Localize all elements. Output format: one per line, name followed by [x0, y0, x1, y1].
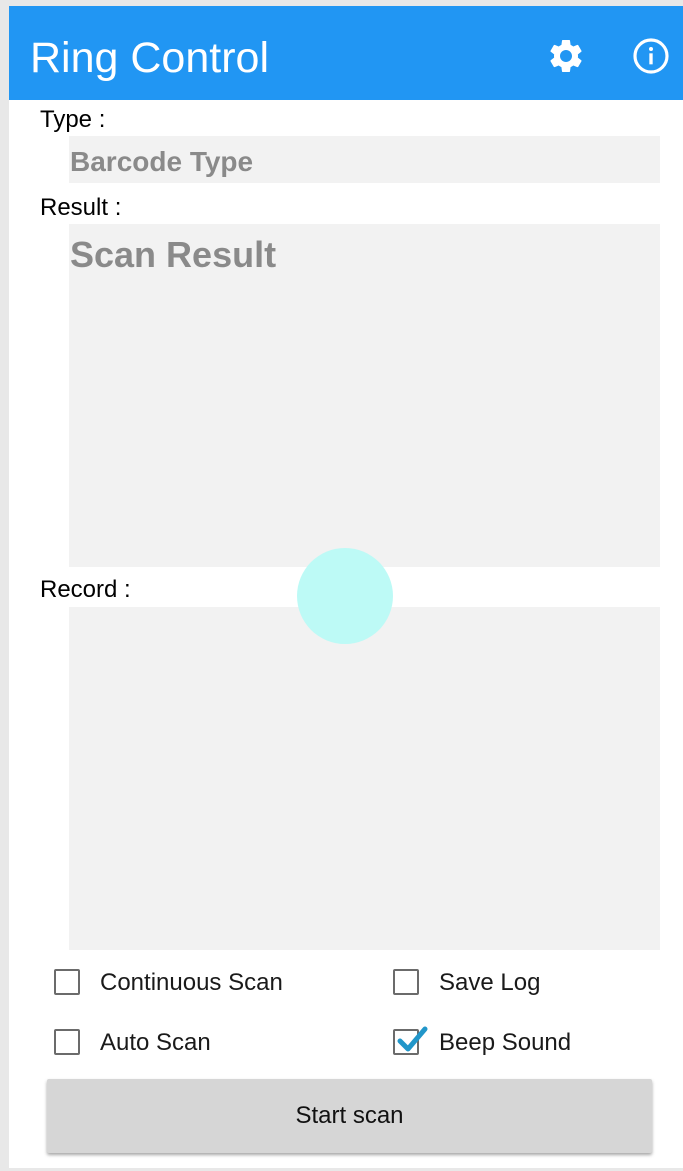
record-label: Record :: [40, 576, 131, 603]
beep-sound-label: Beep Sound: [439, 1029, 572, 1056]
settings-button[interactable]: [546, 36, 586, 76]
checkbox-box: [393, 1026, 428, 1055]
start-scan-button[interactable]: Start scan: [47, 1079, 652, 1153]
device-frame: Ring Control Type : Barcode Type Result …: [0, 0, 683, 1171]
continuous-scan-checkbox[interactable]: Continuous Scan: [54, 967, 344, 999]
checkbox-box: [54, 969, 80, 995]
auto-scan-checkbox[interactable]: Auto Scan: [54, 1027, 344, 1059]
checkbox-box: [393, 969, 419, 995]
record-field[interactable]: [69, 607, 660, 950]
checkbox-box: [54, 1029, 80, 1055]
save-log-label: Save Log: [439, 969, 541, 996]
gear-icon: [550, 39, 582, 72]
check-icon: [397, 1026, 428, 1052]
auto-scan-label: Auto Scan: [100, 1029, 211, 1056]
type-label: Type :: [40, 106, 106, 133]
app-screen: Ring Control Type : Barcode Type Result …: [9, 6, 683, 1168]
continuous-scan-label: Continuous Scan: [100, 969, 283, 996]
scan-result-field[interactable]: Scan Result: [69, 224, 660, 567]
app-title: Ring Control: [30, 34, 269, 82]
info-button[interactable]: [631, 36, 671, 76]
beep-sound-checkbox[interactable]: Beep Sound: [393, 1026, 613, 1059]
barcode-type-field[interactable]: Barcode Type: [69, 136, 660, 183]
info-icon: [633, 38, 669, 74]
app-bar: Ring Control: [9, 6, 683, 100]
barcode-type-value: Barcode Type: [70, 146, 254, 177]
result-label: Result :: [40, 194, 122, 221]
save-log-checkbox[interactable]: Save Log: [393, 967, 613, 999]
scan-result-value: Scan Result: [70, 234, 277, 275]
touch-indicator: [297, 548, 393, 644]
